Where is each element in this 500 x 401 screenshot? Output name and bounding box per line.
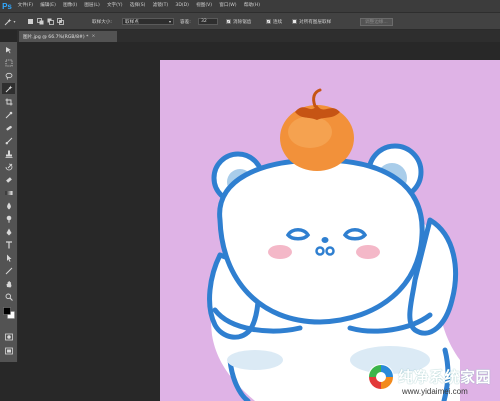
- sample-size-select[interactable]: 取样点 ▾: [122, 18, 174, 25]
- document-tab[interactable]: 图片.jpg @ 66.7%(RGB/8#) * ×: [19, 31, 117, 42]
- tolerance-label: 容差:: [180, 19, 191, 25]
- antialias-checkbox[interactable]: ✓: [226, 19, 231, 24]
- tool-preset-picker[interactable]: ▾: [4, 17, 17, 26]
- tolerance-input[interactable]: 32: [198, 18, 218, 25]
- sample-size-wrap: 取样点 ▾: [122, 17, 174, 26]
- eyedropper-tool-icon[interactable]: [2, 109, 15, 120]
- menu-bar: Ps 文件(F) 编辑(E) 图像(I) 图层(L) 文字(Y) 选择(S) 滤…: [0, 0, 500, 12]
- screen-mode-icon[interactable]: [2, 345, 15, 356]
- bear-illustration: [207, 88, 460, 401]
- menu-type[interactable]: 文字(Y): [103, 0, 126, 12]
- options-bar: ▾ 取样大小: 取样点 ▾ 容差: 32 ✓ 消除锯齿 ✓ 连续 对所有图层取样…: [0, 12, 500, 30]
- sample-size-value: 取样点: [125, 19, 139, 25]
- menu-edit[interactable]: 编辑(E): [37, 0, 60, 12]
- intersect-selection-icon[interactable]: [56, 18, 64, 26]
- new-selection-icon[interactable]: [26, 18, 34, 26]
- tools-panel: [0, 42, 18, 362]
- all-layers-checkbox[interactable]: [292, 19, 297, 24]
- menu-file[interactable]: 文件(F): [14, 0, 37, 12]
- watermark-title: 纯净系统家园: [398, 369, 492, 386]
- eraser-tool-icon[interactable]: [2, 174, 15, 185]
- dodge-tool-icon[interactable]: [2, 213, 15, 224]
- all-layers-label: 对所有图层取样: [299, 19, 332, 25]
- contiguous-option[interactable]: ✓ 连续: [266, 17, 282, 26]
- color-swatches[interactable]: [2, 306, 15, 320]
- sample-size-label: 取样大小:: [92, 19, 112, 25]
- photoshop-logo: Ps: [2, 1, 12, 11]
- antialias-label: 消除锯齿: [233, 19, 252, 25]
- menu-window[interactable]: 窗口(W): [216, 0, 241, 12]
- quick-mask-icon[interactable]: [2, 331, 15, 342]
- document-canvas[interactable]: [160, 60, 500, 401]
- gradient-tool-icon[interactable]: [2, 187, 15, 198]
- menu-filter[interactable]: 滤镜(T): [149, 0, 172, 12]
- crop-tool-icon[interactable]: [2, 96, 15, 107]
- menu-layer[interactable]: 图层(L): [81, 0, 104, 12]
- tolerance-wrap: 32: [198, 17, 218, 26]
- blur-tool-icon[interactable]: [2, 200, 15, 211]
- antialias-option[interactable]: ✓ 消除锯齿: [226, 17, 251, 26]
- pen-tool-icon[interactable]: [2, 226, 15, 237]
- marquee-tool-icon[interactable]: [2, 57, 15, 68]
- magic-wand-tool-icon[interactable]: [2, 83, 15, 94]
- chevron-down-icon: ▾: [13, 19, 16, 24]
- brush-tool-icon[interactable]: [2, 135, 15, 146]
- all-layers-option[interactable]: 对所有图层取样: [292, 17, 331, 26]
- selection-mode-group: [26, 17, 64, 26]
- contiguous-checkbox[interactable]: ✓: [266, 19, 271, 24]
- lasso-tool-icon[interactable]: [2, 70, 15, 81]
- refine-edge-wrap: 调整边缘...: [360, 17, 393, 26]
- watermark-url: www.yidaimei.com: [402, 387, 468, 396]
- add-selection-icon[interactable]: [36, 18, 44, 26]
- refine-edge-button[interactable]: 调整边缘...: [360, 17, 393, 26]
- menu-select[interactable]: 选择(S): [126, 0, 149, 12]
- history-brush-tool-icon[interactable]: [2, 161, 15, 172]
- magic-wand-icon: [4, 18, 12, 26]
- close-icon[interactable]: ×: [91, 34, 95, 39]
- move-tool-icon[interactable]: [2, 44, 15, 55]
- menu-3d[interactable]: 3D(D): [172, 0, 193, 12]
- document-tab-bar: 图片.jpg @ 66.7%(RGB/8#) * ×: [17, 30, 500, 42]
- subtract-selection-icon[interactable]: [46, 18, 54, 26]
- path-selection-tool-icon[interactable]: [2, 252, 15, 263]
- document-tab-title: 图片.jpg @ 66.7%(RGB/8#) *: [23, 34, 89, 40]
- watermark: 纯净系统家园 www.yidaimei.com: [362, 360, 500, 401]
- line-tool-icon[interactable]: [2, 265, 15, 276]
- zoom-tool-icon[interactable]: [2, 291, 15, 302]
- menu-help[interactable]: 帮助(H): [240, 0, 263, 12]
- chevron-down-icon: ▾: [168, 19, 171, 24]
- contiguous-label: 连续: [273, 19, 283, 25]
- hand-tool-icon[interactable]: [2, 278, 15, 289]
- menu-image[interactable]: 图像(I): [59, 0, 80, 12]
- clone-stamp-tool-icon[interactable]: [2, 148, 15, 159]
- menu-view[interactable]: 视图(V): [193, 0, 216, 12]
- healing-brush-tool-icon[interactable]: [2, 122, 15, 133]
- type-tool-icon[interactable]: [2, 239, 15, 250]
- watermark-logo-icon: [368, 364, 394, 390]
